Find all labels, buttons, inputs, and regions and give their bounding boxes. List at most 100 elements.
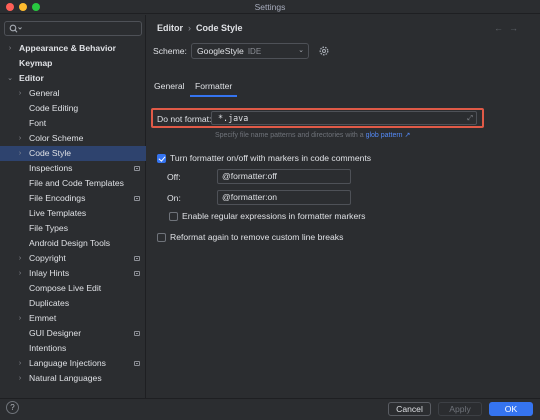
sidebar-item-label: Code Editing xyxy=(29,103,79,113)
sidebar-item-label: Android Design Tools xyxy=(29,238,111,248)
glob-pattern-link[interactable]: glob pattern ↗ xyxy=(366,132,411,139)
sidebar-item-copyright[interactable]: › Copyright xyxy=(0,251,146,266)
sidebar-item-label: GUI Designer xyxy=(29,328,82,338)
chevron-right-icon[interactable]: › xyxy=(16,356,24,371)
sidebar-item-label: Font xyxy=(29,118,47,128)
do-not-format-highlight: Do not format: *.java ⤢ xyxy=(151,108,484,128)
off-marker-value: @formatter:off xyxy=(222,171,277,181)
back-arrow-icon[interactable]: ← xyxy=(494,23,509,33)
tab-formatter[interactable]: Formatter xyxy=(190,81,238,97)
toggle-markers-checkbox[interactable] xyxy=(157,154,166,163)
tab-bar: General Formatter xyxy=(147,81,540,97)
chevron-right-icon[interactable]: › xyxy=(16,146,24,161)
forward-arrow-icon[interactable]: → xyxy=(509,23,524,33)
settings-content: Editor › Code Style ←→ Scheme: GoogleStyle… xyxy=(147,15,540,398)
sidebar-item-color-scheme[interactable]: › Color Scheme xyxy=(0,131,146,146)
search-icon xyxy=(9,24,23,34)
project-scope-icon xyxy=(134,361,140,366)
breadcrumb-current: Code Style xyxy=(196,23,243,33)
sidebar-item-label: General xyxy=(29,88,60,98)
reformat-checkbox[interactable] xyxy=(157,233,166,242)
sidebar-item-label: Natural Languages xyxy=(29,373,102,383)
do-not-format-value: *.java xyxy=(218,113,249,123)
sidebar-item-gui-designer[interactable]: GUI Designer xyxy=(0,326,146,341)
chevron-right-icon[interactable]: › xyxy=(16,311,24,326)
cancel-button[interactable]: Cancel xyxy=(388,402,431,416)
scheme-dropdown[interactable]: GoogleStyle IDE ⌄ xyxy=(191,43,309,59)
help-button[interactable]: ? xyxy=(6,401,19,414)
sidebar-item-label: Live Templates xyxy=(29,208,87,218)
sidebar-item-label: Editor xyxy=(19,73,44,83)
sidebar-item-editor[interactable]: ⌄ Editor xyxy=(0,71,146,86)
sidebar-item-label: Language Injections xyxy=(29,358,106,368)
sidebar-item-label: Intentions xyxy=(29,343,67,353)
project-scope-icon xyxy=(134,331,140,336)
sidebar-item-code-editing[interactable]: Code Editing xyxy=(0,101,146,116)
sidebar-item-keymap[interactable]: Keymap xyxy=(0,56,146,71)
on-marker-label: On: xyxy=(167,193,181,203)
on-marker-input[interactable]: @formatter:on xyxy=(217,190,351,205)
gear-icon[interactable] xyxy=(318,45,330,57)
sidebar-item-inlay-hints[interactable]: › Inlay Hints xyxy=(0,266,146,281)
sidebar-item-label: Code Style xyxy=(29,148,72,158)
breadcrumb-parent[interactable]: Editor xyxy=(157,23,183,33)
on-marker-value: @formatter:on xyxy=(222,192,278,202)
sidebar-item-label: Color Scheme xyxy=(29,133,84,143)
sidebar-item-compose-live-edit[interactable]: Compose Live Edit xyxy=(0,281,146,296)
sidebar-item-file-and-code-templates[interactable]: File and Code Templates xyxy=(0,176,146,191)
settings-sidebar: › Appearance & Behavior Keymap ⌄ Editor › Gene… xyxy=(0,15,146,398)
chevron-right-icon[interactable]: › xyxy=(16,131,24,146)
project-scope-icon xyxy=(134,196,140,201)
chevron-down-icon: ⌄ xyxy=(298,47,304,54)
off-marker-input[interactable]: @formatter:off xyxy=(217,169,351,184)
breadcrumb: Editor › Code Style xyxy=(157,23,243,33)
off-marker-label: Off: xyxy=(167,172,181,182)
hint-text: Specify file name patterns and directori… xyxy=(215,132,364,139)
chevron-right-icon[interactable]: › xyxy=(16,86,24,101)
chevron-right-icon[interactable]: › xyxy=(16,251,24,266)
sidebar-item-label: File and Code Templates xyxy=(29,178,124,188)
regex-markers-checkbox[interactable] xyxy=(169,212,178,221)
scheme-label: Scheme: xyxy=(153,46,187,56)
sidebar-item-duplicates[interactable]: Duplicates xyxy=(0,296,146,311)
sidebar-item-file-types[interactable]: File Types xyxy=(0,221,146,236)
sidebar-item-natural-languages[interactable]: › Natural Languages xyxy=(0,371,146,386)
sidebar-search-input[interactable] xyxy=(4,21,142,36)
ok-button[interactable]: OK xyxy=(489,402,533,416)
do-not-format-input[interactable]: *.java ⤢ xyxy=(211,111,477,125)
chevron-right-icon[interactable]: › xyxy=(16,371,24,386)
sidebar-item-label: Emmet xyxy=(29,313,57,323)
toggle-markers-label: Turn formatter on/off with markers in co… xyxy=(170,153,372,163)
sidebar-item-font[interactable]: Font xyxy=(0,116,146,131)
reformat-label: Reformat again to remove custom line bre… xyxy=(170,232,344,242)
do-not-format-hint: Specify file name patterns and directori… xyxy=(215,131,410,139)
sidebar-item-label: File Encodings xyxy=(29,193,86,203)
sidebar-item-label: Compose Live Edit xyxy=(29,283,102,293)
scheme-value: GoogleStyle xyxy=(197,46,244,56)
tab-general[interactable]: General xyxy=(149,81,190,97)
sidebar-item-code-style[interactable]: › Code Style xyxy=(0,146,146,161)
sidebar-item-label: File Types xyxy=(29,223,69,233)
sidebar-item-emmet[interactable]: › Emmet xyxy=(0,311,146,326)
sidebar-item-live-templates[interactable]: Live Templates xyxy=(0,206,146,221)
sidebar-item-intentions[interactable]: Intentions xyxy=(0,341,146,356)
chevron-down-icon[interactable]: ⌄ xyxy=(6,71,14,86)
sidebar-item-label: Copyright xyxy=(29,253,66,263)
sidebar-item-general[interactable]: › General xyxy=(0,86,146,101)
chevron-right-icon[interactable]: › xyxy=(6,41,14,56)
chevron-right-icon[interactable]: › xyxy=(16,266,24,281)
sidebar-item-label: Appearance & Behavior xyxy=(19,43,116,53)
sidebar-item-label: Inlay Hints xyxy=(29,268,70,278)
sidebar-item-android-design-tools[interactable]: Android Design Tools xyxy=(0,236,146,251)
nav-arrows: ←→ xyxy=(494,23,524,33)
sidebar-item-file-encodings[interactable]: File Encodings xyxy=(0,191,146,206)
sidebar-item-appearance-behavior[interactable]: › Appearance & Behavior xyxy=(0,41,146,56)
sidebar-item-label: Duplicates xyxy=(29,298,70,308)
sidebar-item-label: Keymap xyxy=(19,58,53,68)
sidebar-item-language-injections[interactable]: › Language Injections xyxy=(0,356,146,371)
expand-icon[interactable]: ⤢ xyxy=(467,112,473,124)
sidebar-item-inspections[interactable]: Inspections xyxy=(0,161,146,176)
scheme-suffix: IDE xyxy=(247,47,262,56)
window-title: Settings xyxy=(254,2,286,12)
apply-button[interactable]: Apply xyxy=(438,402,482,416)
